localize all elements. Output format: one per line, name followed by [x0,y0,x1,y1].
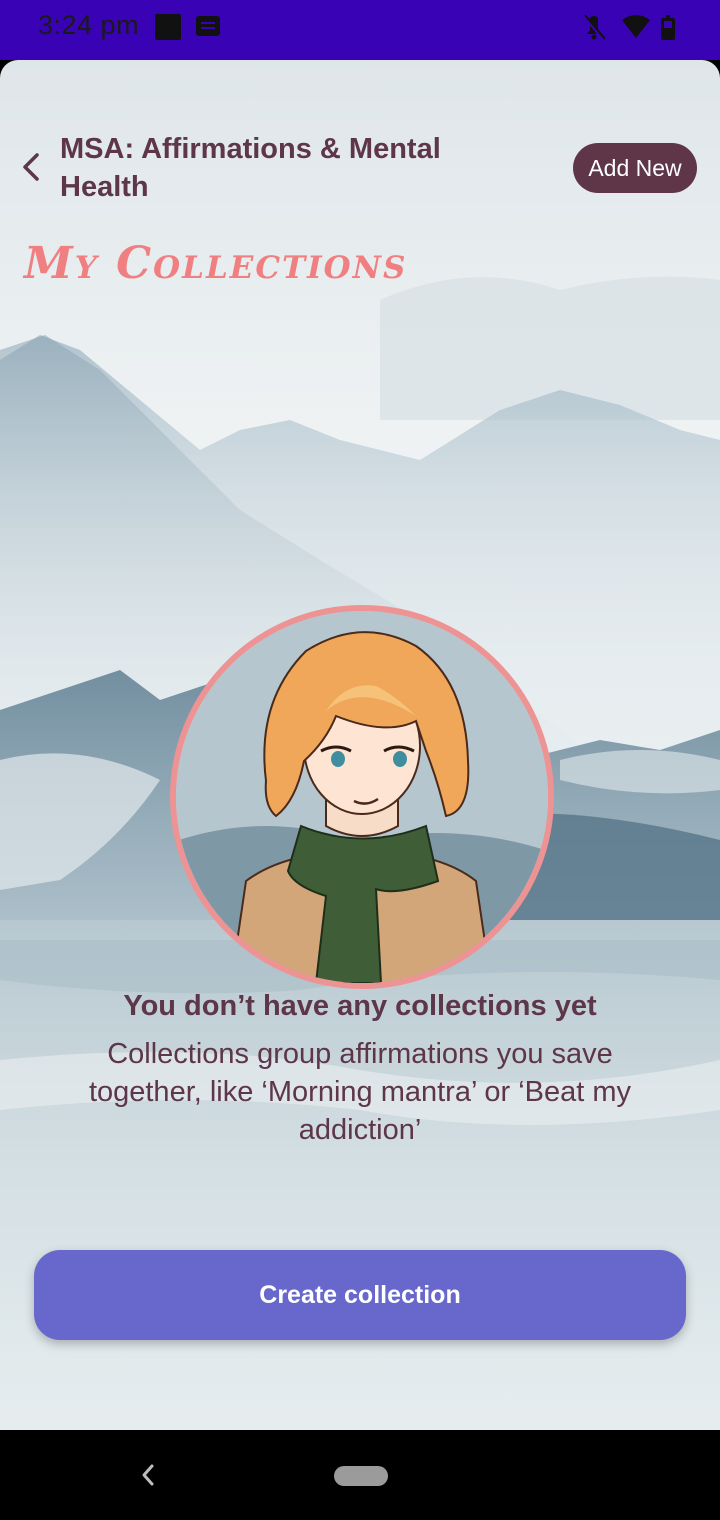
app-title: MSA: Affirmations & Mental Health [60,133,441,203]
empty-state-description: Collections group affirmations you save … [88,1038,632,1146]
nav-home-pill[interactable] [334,1466,388,1486]
navigation-bar [0,1430,720,1520]
wifi-icon [622,15,650,38]
empty-state-title: You don’t have any collections yet [123,990,597,1022]
status-bar: 3:24 pm [0,0,720,60]
nav-back-icon[interactable] [136,1462,162,1488]
battery-icon [661,15,675,40]
chevron-left-icon [23,153,39,181]
page-heading: My Collections [24,238,408,289]
character-illustration [176,611,548,983]
card-notification-icon [196,16,220,36]
status-time: 3:24 pm [38,10,140,40]
collections-screen: MSA: Affirmations & Mental Health Add Ne… [0,60,720,1430]
app-notification-icon [155,14,181,40]
create-collection-button[interactable]: Create collection [34,1250,686,1340]
notifications-off-icon [582,14,606,41]
avatar [170,605,554,989]
add-new-button[interactable]: Add New [573,143,697,193]
status-icons [582,14,675,41]
back-button[interactable] [14,150,48,184]
